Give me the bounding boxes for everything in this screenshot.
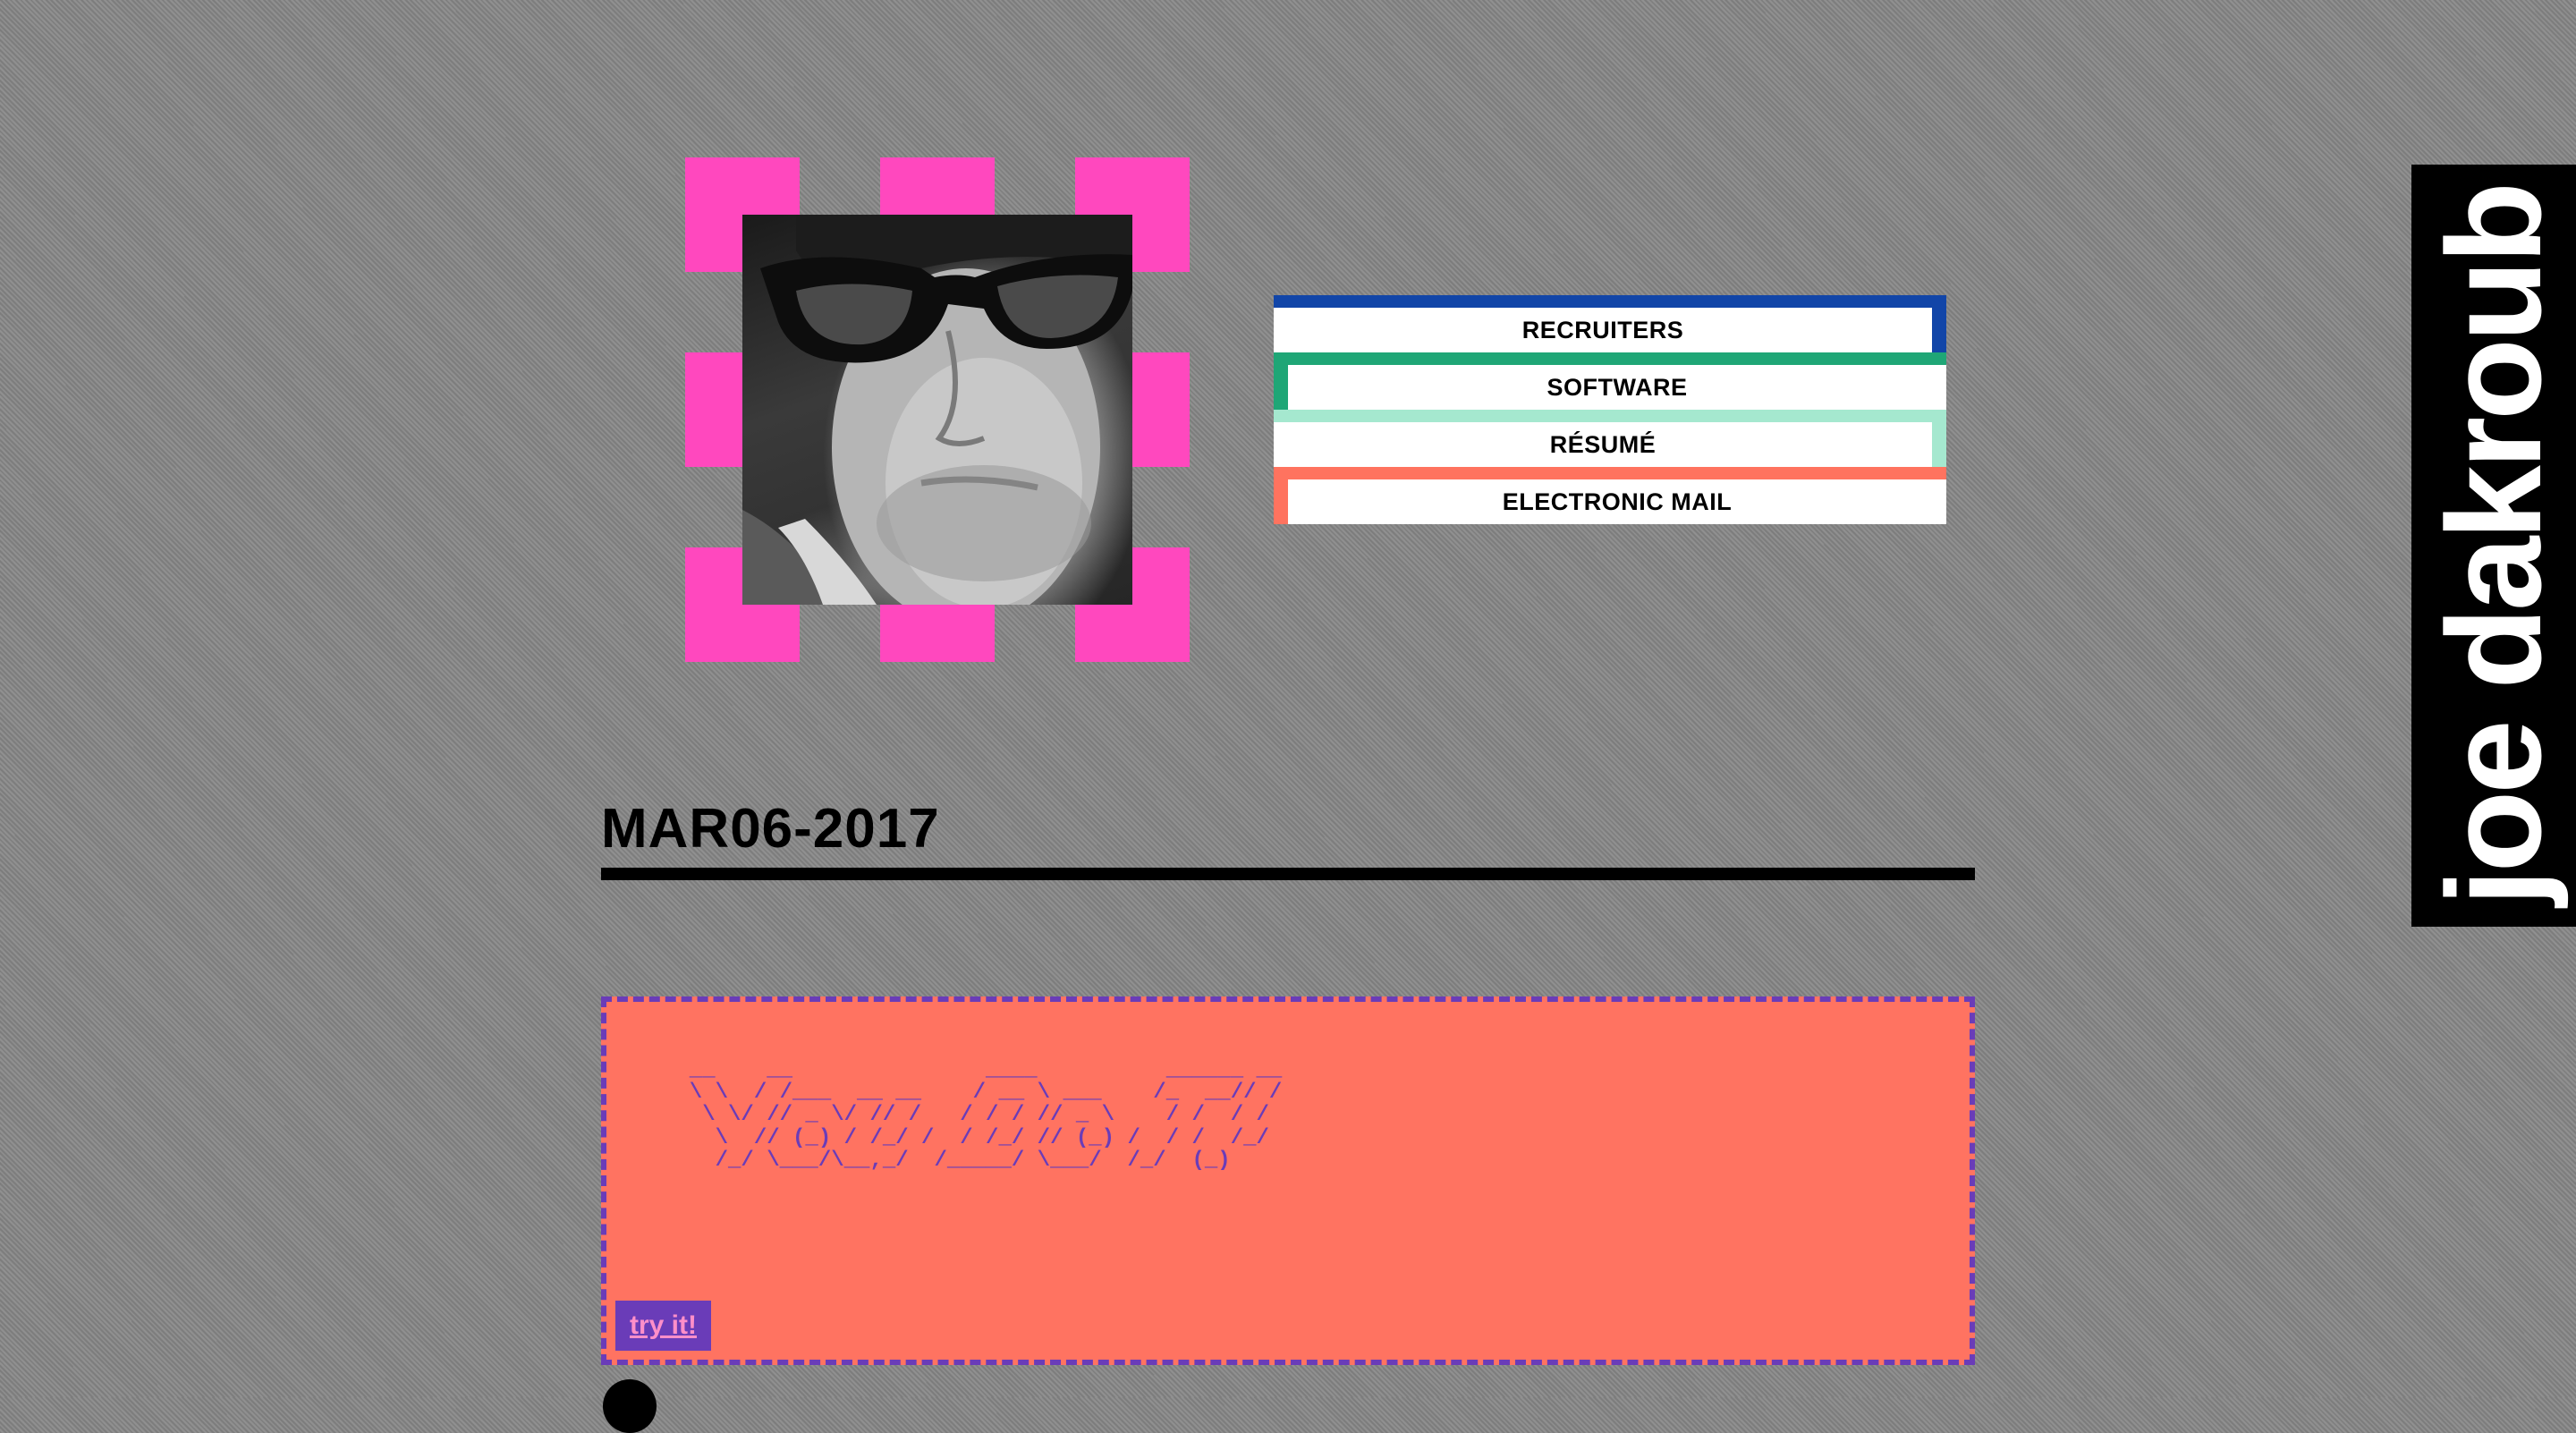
scroll-indicator-icon	[603, 1379, 657, 1433]
site-name-banner[interactable]: joe dakroub	[2411, 165, 2576, 927]
nav-email-button[interactable]: ELECTRONIC MAIL	[1274, 467, 1946, 524]
demo-card: __ __ ____ ______ __ \ \ / /___ __ __ / …	[601, 996, 1975, 1365]
try-it-button[interactable]: try it!	[615, 1301, 711, 1351]
site-name: joe dakroub	[2419, 184, 2569, 907]
profile-photo-frame	[685, 157, 1190, 662]
nav-software-button[interactable]: SOFTWARE	[1274, 352, 1946, 410]
ascii-art-title: __ __ ____ ______ __ \ \ / /___ __ __ / …	[689, 1058, 1283, 1173]
heading-divider	[601, 868, 1975, 880]
profile-photo	[742, 215, 1132, 605]
nav-resume-button[interactable]: RÉSUMÉ	[1274, 410, 1946, 467]
main-nav: RECRUITERS SOFTWARE RÉSUMÉ ELECTRONIC MA…	[1274, 295, 1946, 524]
post-date-heading: MAR06-2017	[601, 798, 940, 860]
nav-recruiters-button[interactable]: RECRUITERS	[1274, 295, 1946, 352]
